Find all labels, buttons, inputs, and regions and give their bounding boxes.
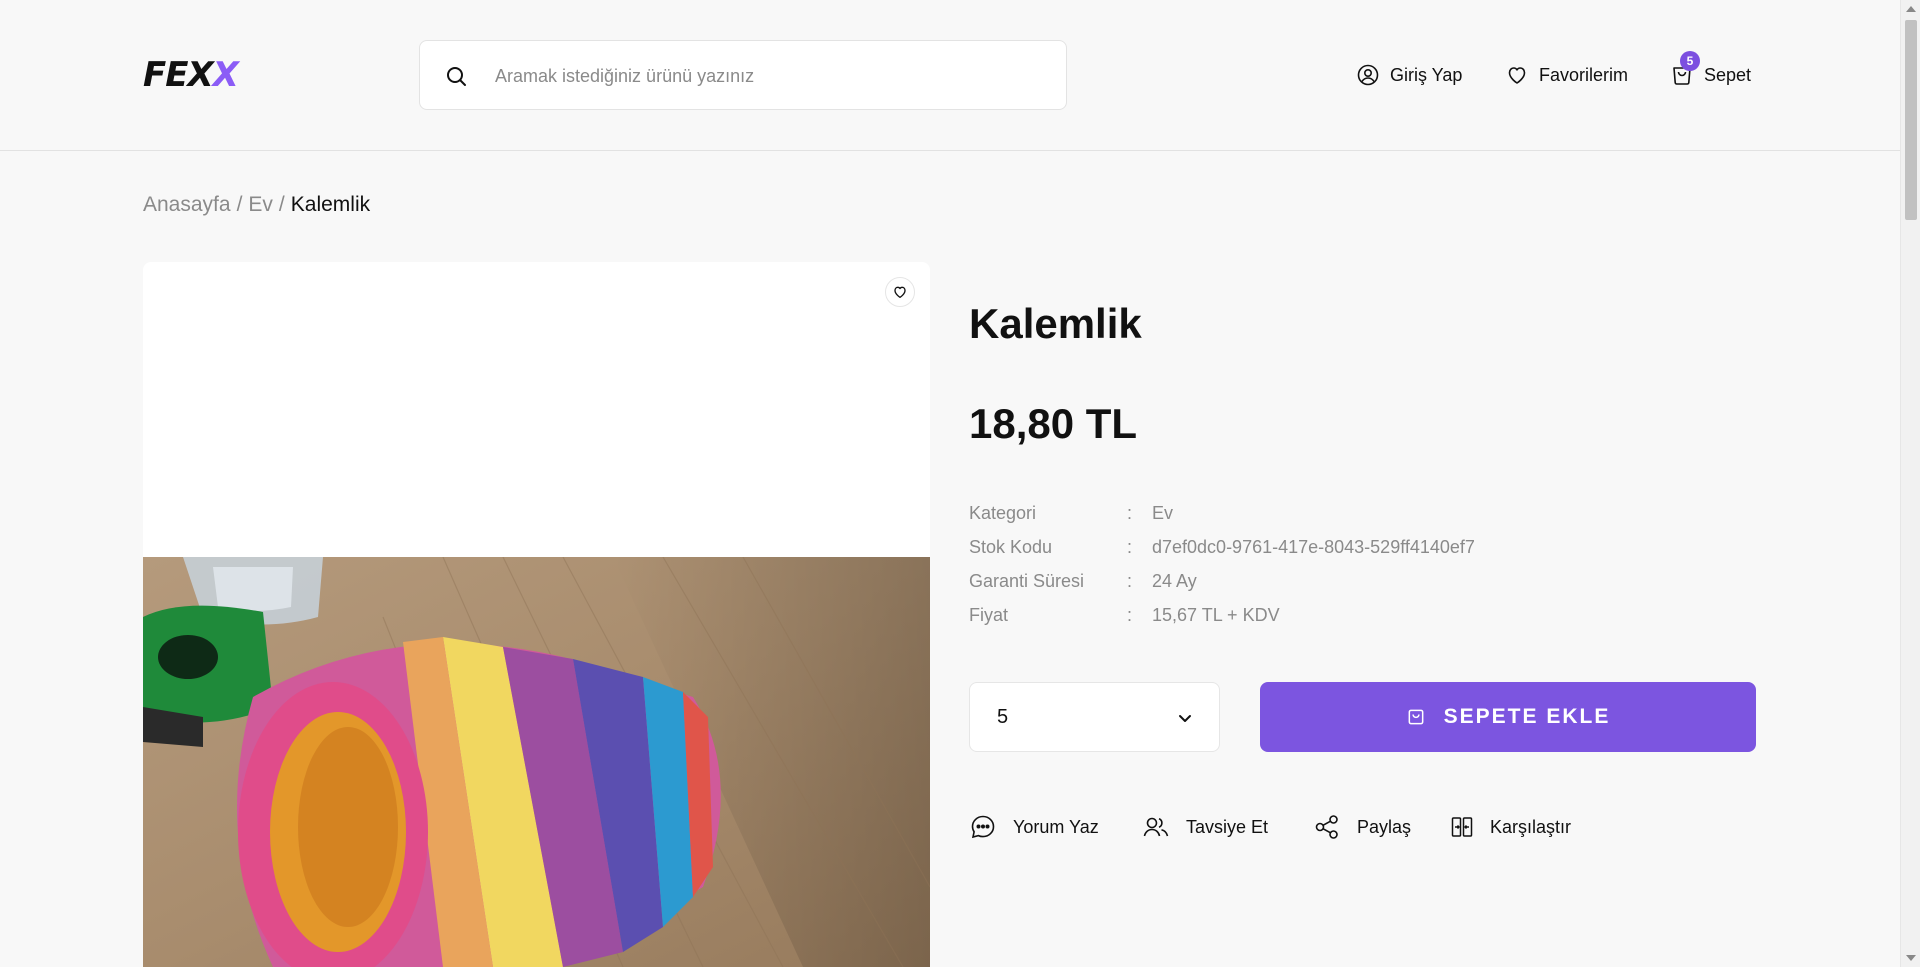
cart-label: Sepet — [1704, 64, 1752, 85]
breadcrumb-category[interactable]: Ev — [248, 193, 273, 217]
product-price: 18,80 TL — [969, 400, 1138, 447]
compare-label: Karşılaştır — [1490, 816, 1572, 837]
spec-value: 15,67 TL + KDV — [1152, 604, 1280, 625]
compare-icon — [1451, 817, 1473, 837]
heart-icon — [894, 286, 906, 298]
chat-bubble-icon — [971, 815, 995, 839]
share-icon — [1315, 815, 1338, 839]
spec-label: Garanti Süresi — [969, 570, 1085, 591]
product-photo[interactable] — [143, 557, 930, 967]
vertical-scrollbar[interactable] — [1900, 0, 1920, 967]
add-to-cart-label: SEPETE EKLE — [1443, 705, 1611, 728]
spec-row: Garanti Süresi : 24 Ay — [969, 564, 1475, 598]
favorites-label: Favorilerim — [1539, 64, 1629, 85]
spec-colon: : — [1127, 502, 1133, 523]
spec-row: Fiyat : 15,67 TL + KDV — [969, 598, 1475, 632]
login-label: Giriş Yap — [1390, 64, 1463, 85]
spec-colon: : — [1127, 570, 1133, 591]
cart-link[interactable]: 5 Sepet — [1670, 51, 1752, 90]
search-box — [419, 40, 1067, 110]
share-button[interactable]: Paylaş — [1313, 812, 1411, 842]
favorites-link[interactable]: Favorilerim — [1505, 60, 1628, 90]
heart-icon — [1508, 67, 1526, 84]
breadcrumb-home[interactable]: Anasayfa — [143, 193, 231, 217]
product-specs: Kategori : Ev Stok Kodu : d7ef0dc0-9761-… — [969, 496, 1475, 632]
site-header: FEXX Giriş Yap Favorilerim 5 Sepet — [0, 0, 1900, 151]
quantity-select[interactable]: 5 — [969, 682, 1220, 752]
search-input[interactable] — [495, 61, 1035, 91]
add-to-cart-button[interactable]: SEPETE EKLE — [1260, 682, 1756, 752]
recommend-label: Tavsiye Et — [1186, 816, 1269, 837]
spec-row: Stok Kodu : d7ef0dc0-9761-417e-8043-529f… — [969, 530, 1475, 564]
share-label: Paylaş — [1357, 816, 1412, 837]
logo-accent: X — [212, 55, 239, 95]
spec-label: Fiyat — [969, 604, 1009, 625]
compare-button[interactable]: Karşılaştır — [1450, 812, 1571, 842]
spec-row: Kategori : Ev — [969, 496, 1475, 530]
shopping-bag-icon — [1408, 709, 1424, 725]
scroll-down-arrow[interactable] — [1906, 955, 1916, 961]
scroll-up-arrow[interactable] — [1906, 6, 1916, 12]
fexx-logo[interactable]: FEX X — [143, 58, 285, 92]
login-link[interactable]: Giriş Yap — [1356, 60, 1462, 90]
quantity-value: 5 — [997, 705, 1009, 728]
spec-value: 24 Ay — [1152, 570, 1197, 591]
spec-label: Kategori — [969, 502, 1037, 523]
product-image-container — [143, 262, 930, 967]
cart-icon-wrap: 5 — [1670, 51, 1700, 87]
recommend-button[interactable]: Tavsiye Et — [1142, 812, 1268, 842]
scrollbar-thumb[interactable] — [1905, 20, 1917, 220]
cart-count-badge: 5 — [1680, 51, 1700, 71]
chevron-down-icon — [1179, 715, 1191, 722]
breadcrumb-current: Kalemlik — [290, 193, 371, 216]
spec-label: Stok Kodu — [969, 536, 1053, 557]
spec-colon: : — [1127, 536, 1133, 557]
user-circle-icon — [1357, 64, 1379, 86]
spec-value: d7ef0dc0-9761-417e-8043-529ff4140ef7 — [1152, 536, 1475, 557]
search-icon[interactable] — [444, 64, 468, 88]
write-comment-label: Yorum Yaz — [1013, 816, 1099, 837]
breadcrumb: Anasayfa / Ev / Kalemlik — [143, 193, 370, 217]
write-comment-button[interactable]: Yorum Yaz — [969, 812, 1099, 842]
users-icon — [1143, 817, 1169, 837]
spec-colon: : — [1127, 604, 1133, 625]
logo-text: FEX — [143, 55, 214, 95]
spec-value: Ev — [1152, 502, 1174, 523]
breadcrumb-separator: / — [278, 193, 285, 216]
add-to-favorites-button[interactable] — [885, 277, 915, 307]
breadcrumb-separator: / — [236, 193, 243, 216]
product-title: Kalemlik — [969, 300, 1142, 347]
